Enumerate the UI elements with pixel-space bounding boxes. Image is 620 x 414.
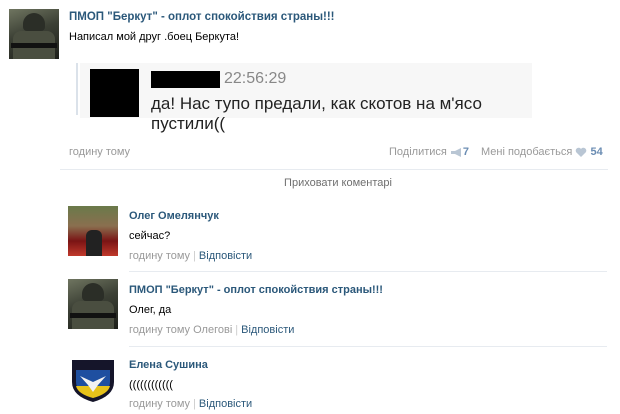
comment-avatar[interactable]	[68, 352, 118, 402]
quote-message: да! Нас тупо предали, как скотов на м'яс…	[151, 94, 482, 133]
reply-link[interactable]: Відповісти	[199, 250, 252, 262]
like-label: Мені подобається	[481, 146, 573, 158]
comment-meta: годину тому | Відповісти	[129, 398, 253, 410]
post-text: Написал мой друг .боец Беркута!	[69, 31, 240, 43]
hide-comments-link[interactable]: Приховати коментарі	[0, 177, 620, 189]
comment-avatar[interactable]	[68, 206, 118, 256]
like-count: 54	[590, 146, 603, 158]
post-time[interactable]: годину тому	[69, 146, 130, 158]
reply-link[interactable]: Відповісти	[199, 398, 252, 410]
quote-time: 22:56:29	[224, 70, 287, 87]
comment-text: сейчас?	[129, 230, 171, 242]
post-author-avatar[interactable]	[9, 9, 59, 59]
reply-to-name[interactable]: Олегові	[193, 324, 232, 336]
comment-author[interactable]: Елена Сушина	[129, 359, 208, 371]
like-button[interactable]: Мені подобається 54	[481, 146, 603, 158]
divider	[60, 169, 608, 170]
comment-time[interactable]: годину тому	[129, 398, 190, 410]
divider	[129, 346, 607, 347]
quote-border	[76, 63, 78, 115]
megaphone-icon	[450, 147, 461, 157]
share-count: 7	[462, 146, 470, 158]
comment-text: ((((((((((((	[129, 379, 173, 391]
comment-meta: годину тому Олегові | Відповісти	[129, 324, 295, 336]
comment-meta: годину тому | Відповісти	[129, 250, 253, 262]
censored-name	[151, 71, 220, 88]
comment-author[interactable]: ПМОП "Беркут" - оплот спокойствия страны…	[129, 284, 383, 296]
comment-author[interactable]: Олег Омелянчук	[129, 210, 219, 222]
share-button[interactable]: Поділитися 7	[389, 146, 469, 158]
heart-icon	[576, 147, 587, 157]
share-label: Поділитися	[389, 146, 447, 158]
comment-time[interactable]: годину тому	[129, 250, 190, 262]
divider	[129, 271, 607, 272]
comment-text: Олег, да	[129, 304, 172, 316]
post-author-name[interactable]: ПМОП "Беркут" - оплот спокойствия страны…	[69, 11, 335, 23]
reply-link[interactable]: Відповісти	[241, 324, 294, 336]
censored-avatar	[90, 69, 139, 117]
quoted-message-image: 22:56:29 да! Нас тупо предали, как ското…	[80, 63, 532, 133]
comment-time[interactable]: годину тому	[129, 324, 190, 336]
berkut-emblem-icon	[72, 360, 114, 402]
comment-avatar[interactable]	[68, 279, 118, 329]
